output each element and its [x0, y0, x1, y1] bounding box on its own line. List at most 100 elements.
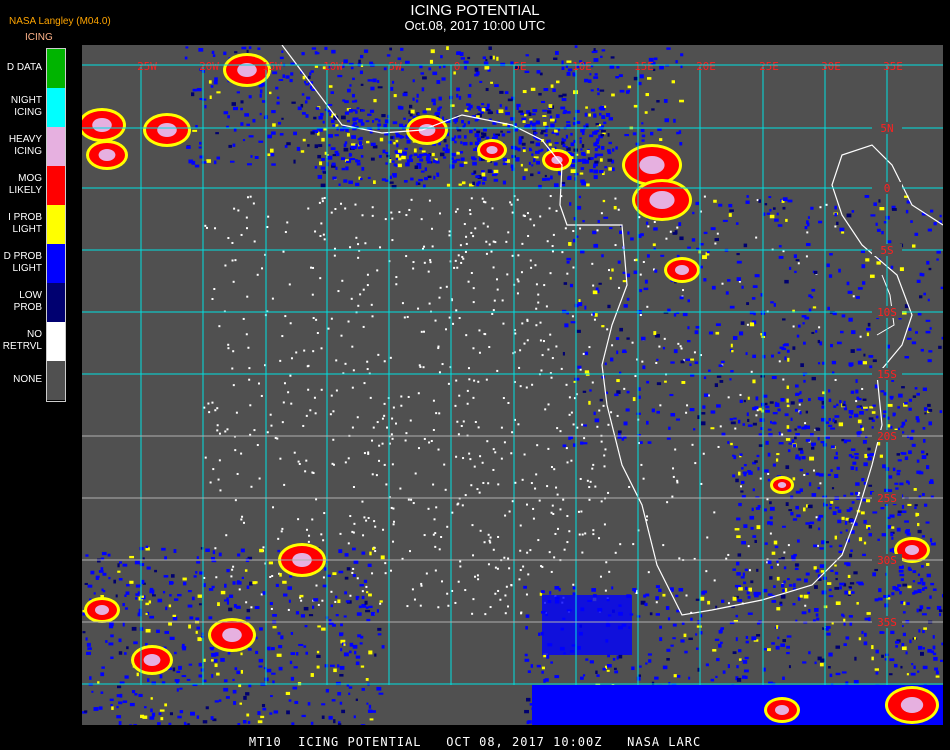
- icing-pixel: [473, 148, 477, 152]
- no-retrieval-pixel: [353, 522, 356, 525]
- no-retrieval-pixel: [412, 261, 415, 264]
- icing-pixel: [520, 163, 523, 167]
- icing-pixel: [258, 84, 263, 88]
- no-retrieval-pixel: [277, 537, 280, 540]
- no-retrieval-pixel: [406, 605, 409, 608]
- icing-pixel: [835, 645, 841, 649]
- no-retrieval-pixel: [551, 250, 554, 253]
- icing-pixel: [562, 351, 565, 356]
- icing-pixel: [223, 51, 227, 56]
- legend-label: LOW PROB: [13, 289, 42, 313]
- icing-pixel: [601, 49, 606, 52]
- no-retrieval-pixel: [392, 507, 395, 510]
- icing-pixel: [917, 312, 922, 316]
- icing-pixel: [829, 673, 833, 678]
- icing-pixel: [146, 678, 150, 682]
- no-retrieval-pixel: [588, 486, 591, 489]
- no-retrieval-pixel: [209, 481, 212, 484]
- icing-pixel: [895, 644, 898, 648]
- icing-pixel: [857, 287, 863, 290]
- no-retrieval-pixel: [232, 565, 235, 568]
- icing-pixel: [880, 390, 885, 393]
- icing-pixel: [216, 672, 220, 676]
- legend-swatch: [47, 322, 65, 361]
- no-retrieval-pixel: [362, 288, 365, 291]
- icing-pixel: [853, 413, 859, 418]
- no-retrieval-pixel: [666, 501, 669, 504]
- no-retrieval-pixel: [472, 287, 475, 290]
- icing-pixel: [839, 227, 845, 232]
- no-retrieval-pixel: [471, 612, 474, 615]
- icing-pixel: [300, 614, 306, 618]
- icing-pixel: [562, 143, 566, 148]
- icing-pixel: [828, 506, 832, 510]
- no-retrieval-pixel: [572, 266, 575, 269]
- icing-pixel: [391, 80, 395, 84]
- icing-pixel: [538, 632, 541, 636]
- icing-pixel: [738, 587, 743, 591]
- icing-pixel: [84, 710, 88, 713]
- icing-pixel: [360, 83, 364, 86]
- icing-pixel: [418, 153, 424, 157]
- icing-pixel: [553, 183, 559, 188]
- icing-pixel: [616, 350, 619, 355]
- no-retrieval-pixel: [431, 245, 434, 248]
- no-retrieval-pixel: [267, 215, 270, 218]
- no-retrieval-pixel: [371, 214, 374, 217]
- no-retrieval-pixel: [591, 381, 594, 384]
- icing-pixel: [902, 583, 907, 587]
- icing-pixel: [928, 267, 932, 271]
- no-retrieval-pixel: [607, 269, 610, 272]
- no-retrieval-pixel: [568, 396, 571, 399]
- icing-pixel: [338, 183, 341, 186]
- icing-pixel: [678, 587, 684, 592]
- icing-pixel: [795, 456, 799, 460]
- icing-pixel: [852, 461, 857, 465]
- icing-pixel: [769, 501, 772, 505]
- icing-pixel: [743, 524, 748, 528]
- icing-pixel: [535, 142, 541, 147]
- icing-pixel: [458, 95, 462, 100]
- icing-pixel: [611, 148, 615, 152]
- icing-pixel: [279, 56, 284, 60]
- icing-pixel: [164, 703, 168, 707]
- no-retrieval-pixel: [553, 556, 556, 559]
- no-retrieval-pixel: [555, 345, 558, 348]
- no-retrieval-pixel: [314, 412, 317, 415]
- icing-pixel: [111, 706, 114, 710]
- icing-pixel: [291, 722, 295, 725]
- icing-pixel: [736, 561, 740, 566]
- icing-pixel: [328, 134, 333, 138]
- no-retrieval-pixel: [433, 518, 436, 521]
- icing-pixel: [715, 331, 720, 335]
- icing-pixel: [119, 681, 125, 684]
- icing-pixel: [754, 274, 760, 278]
- icing-pixel: [928, 408, 933, 412]
- icing-pixel: [596, 674, 600, 677]
- icing-pixel: [769, 401, 774, 404]
- icing-pixel: [250, 155, 253, 158]
- icing-pixel: [486, 108, 491, 112]
- no-retrieval-pixel: [319, 277, 322, 280]
- icing-pixel: [530, 664, 534, 668]
- icing-pixel: [737, 599, 743, 603]
- icing-pixel: [680, 65, 683, 69]
- icing-pixel: [468, 104, 473, 109]
- icing-pixel: [487, 111, 492, 115]
- no-retrieval-pixel: [261, 267, 264, 270]
- no-retrieval-pixel: [405, 214, 408, 217]
- no-retrieval-pixel: [248, 378, 251, 381]
- icing-pixel: [887, 424, 891, 428]
- heavy-icing-area: [775, 705, 789, 715]
- icing-pixel: [615, 337, 620, 341]
- icing-pixel: [719, 641, 723, 644]
- icing-pixel: [116, 715, 122, 719]
- icing-pixel: [566, 121, 571, 124]
- no-retrieval-pixel: [409, 419, 412, 422]
- icing-pixel: [752, 285, 758, 288]
- icing-pixel: [702, 255, 707, 260]
- icing-pixel: [357, 138, 363, 141]
- icing-pixel: [258, 665, 263, 668]
- no-retrieval-pixel: [444, 488, 447, 491]
- icing-pixel: [819, 547, 824, 550]
